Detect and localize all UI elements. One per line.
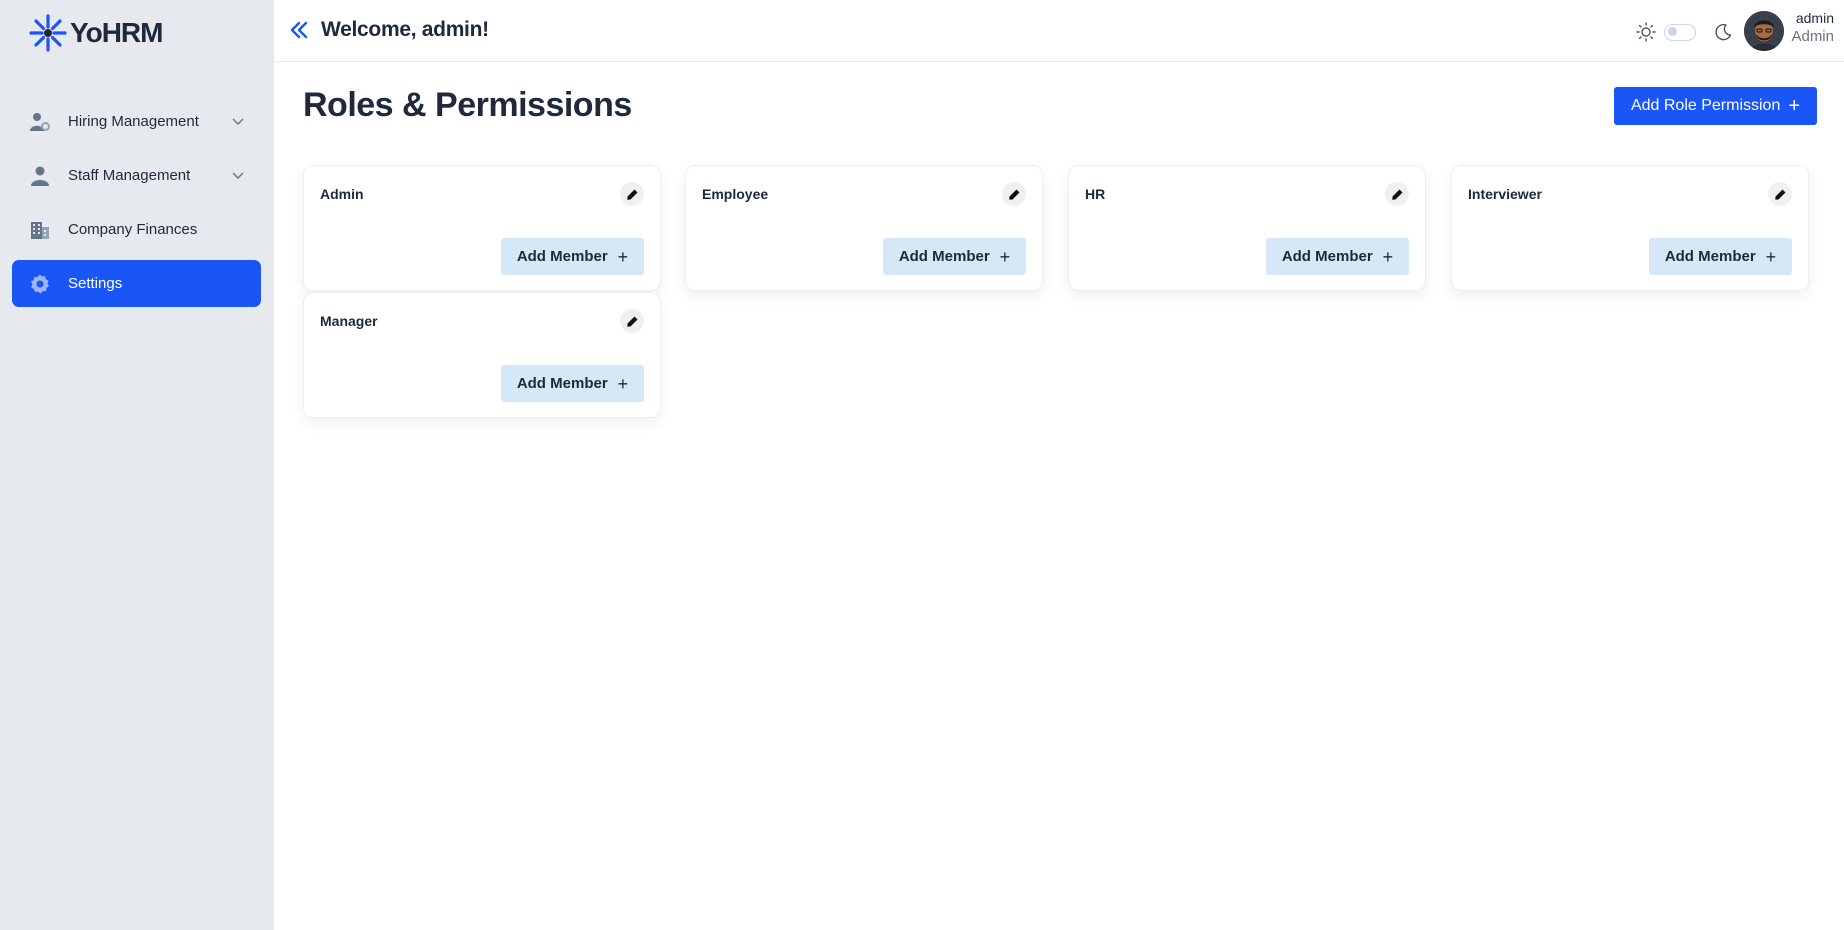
sidebar-item-staff-management[interactable]: Staff Management xyxy=(12,152,261,199)
add-member-label: Add Member xyxy=(1664,248,1756,265)
add-role-permission-button[interactable]: Add Role Permission + xyxy=(1614,87,1817,125)
plus-icon: + xyxy=(1788,95,1801,117)
app-name: YoHRM xyxy=(70,17,163,48)
sidebar: YoHRM Hiring Management Staff Management… xyxy=(0,0,274,930)
toggle-knob xyxy=(1668,27,1677,36)
add-member-label: Add Member xyxy=(898,248,990,265)
users-settings-icon xyxy=(28,110,52,134)
plus-icon: + xyxy=(1765,246,1777,267)
edit-role-button[interactable] xyxy=(620,182,644,206)
chevron-down-icon xyxy=(232,118,244,125)
sidebar-item-label: Staff Management xyxy=(68,167,191,184)
plus-icon: + xyxy=(1382,246,1394,267)
edit-role-button[interactable] xyxy=(1002,182,1026,206)
edit-role-button[interactable] xyxy=(1385,182,1409,206)
building-icon xyxy=(28,218,52,242)
sidebar-item-label: Hiring Management xyxy=(68,113,199,130)
avatar[interactable] xyxy=(1744,11,1784,51)
sidebar-item-label: Company Finances xyxy=(68,221,198,238)
pencil-icon xyxy=(626,316,637,327)
role-name: HR xyxy=(1085,186,1106,202)
theme-switcher xyxy=(1636,22,1732,42)
role-card-hr: HR Add Member + xyxy=(1068,165,1426,291)
sidebar-item-settings[interactable]: Settings xyxy=(12,260,261,307)
plus-icon: + xyxy=(617,246,629,267)
plus-icon: + xyxy=(999,246,1011,267)
add-member-button[interactable]: Add Member + xyxy=(501,365,644,402)
add-member-button[interactable]: Add Member + xyxy=(883,238,1026,275)
add-member-label: Add Member xyxy=(1281,248,1373,265)
sidebar-nav: Hiring Management Staff Management Compa… xyxy=(12,98,261,314)
edit-role-button[interactable] xyxy=(620,309,644,333)
top-header: Welcome, admin! admin Admin xyxy=(274,0,1844,62)
add-member-button[interactable]: Add Member + xyxy=(1649,238,1792,275)
pencil-icon xyxy=(626,189,637,200)
plus-icon: + xyxy=(617,373,629,394)
asterisk-logo-icon xyxy=(29,14,67,52)
app-logo[interactable]: YoHRM xyxy=(28,13,163,53)
user-role: Admin xyxy=(1791,28,1834,45)
gear-icon xyxy=(28,272,52,296)
chevron-down-icon xyxy=(232,172,244,179)
theme-toggle[interactable] xyxy=(1664,23,1696,41)
welcome-message: Welcome, admin! xyxy=(321,18,489,41)
role-card-manager: Manager Add Member + xyxy=(303,292,661,418)
pencil-icon xyxy=(1008,189,1019,200)
sidebar-item-hiring-management[interactable]: Hiring Management xyxy=(12,98,261,145)
role-card-interviewer: Interviewer Add Member + xyxy=(1451,165,1809,291)
role-card-employee: Employee Add Member + xyxy=(685,165,1043,291)
role-name: Manager xyxy=(320,313,378,329)
role-card-admin: Admin Add Member + xyxy=(303,165,661,291)
edit-role-button[interactable] xyxy=(1768,182,1792,206)
add-member-button[interactable]: Add Member + xyxy=(501,238,644,275)
role-name: Employee xyxy=(702,186,769,202)
collapse-sidebar-icon[interactable] xyxy=(288,18,310,42)
add-role-permission-label: Add Role Permission xyxy=(1630,97,1781,114)
page-title: Roles & Permissions xyxy=(303,86,632,124)
role-name: Interviewer xyxy=(1468,186,1542,202)
add-member-label: Add Member xyxy=(516,375,608,392)
add-member-button[interactable]: Add Member + xyxy=(1266,238,1409,275)
pencil-icon xyxy=(1391,189,1402,200)
pencil-icon xyxy=(1774,189,1785,200)
user-icon xyxy=(28,164,52,188)
sun-icon xyxy=(1636,22,1656,42)
sidebar-item-company-finances[interactable]: Company Finances xyxy=(12,206,261,253)
role-name: Admin xyxy=(320,186,364,202)
user-name: admin xyxy=(1795,10,1834,26)
sidebar-item-label: Settings xyxy=(68,275,123,292)
moon-icon xyxy=(1715,23,1732,41)
add-member-label: Add Member xyxy=(516,248,608,265)
